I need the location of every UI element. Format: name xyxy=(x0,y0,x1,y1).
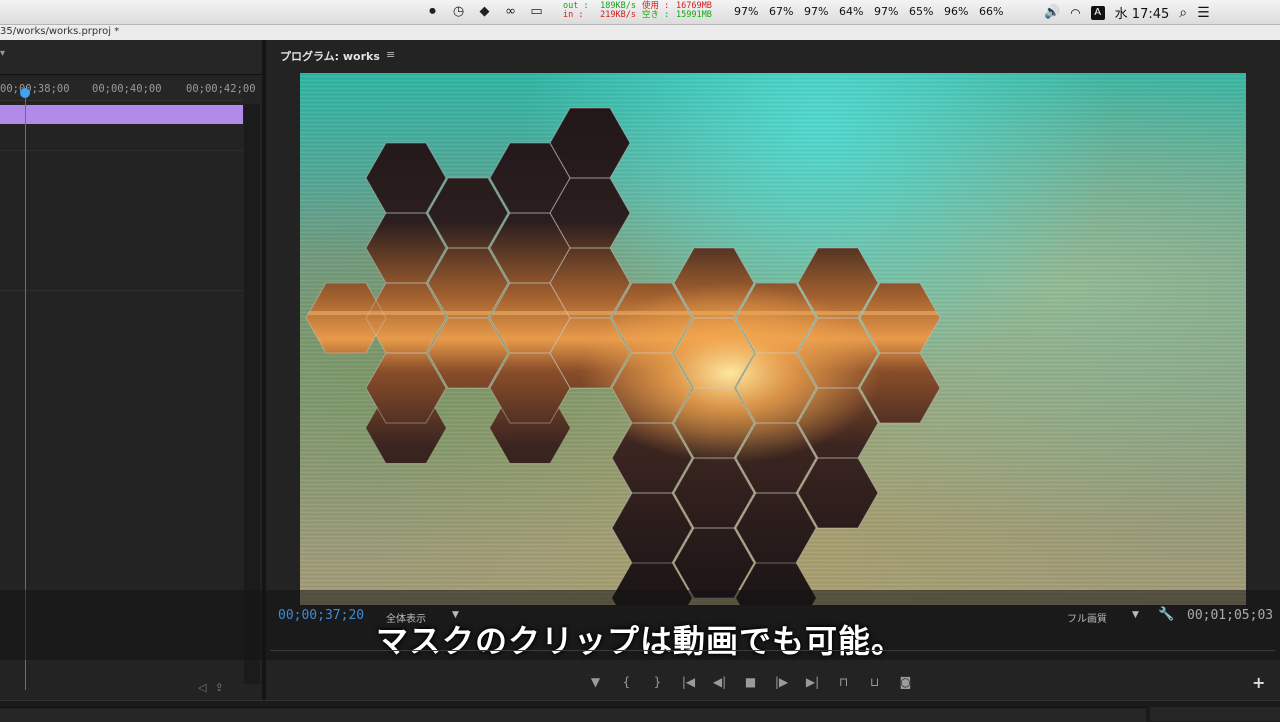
cpu-percent: 67% xyxy=(769,5,794,18)
net-values: 189KB/s 219KB/s xyxy=(594,2,636,20)
add-marker-icon[interactable]: ▼ xyxy=(580,673,611,691)
evernote-icon[interactable]: ◆ xyxy=(476,3,493,20)
menubar-clock[interactable]: 水 17:45 xyxy=(1115,3,1170,22)
menubar-right: 🔊 ◠ A 水 17:45 ⌕ ☰ xyxy=(1044,3,1210,23)
work-area-bar[interactable] xyxy=(0,105,243,124)
mem-free-label: 空き : xyxy=(642,10,670,20)
timeline-bottom-icons: ◁ ⇪ xyxy=(198,681,224,694)
mem-free-value: 15991MB xyxy=(676,10,712,20)
go-to-out-icon[interactable]: ▶| xyxy=(797,673,828,691)
ruler-tick-label: 00;00;38;00 xyxy=(0,83,70,95)
cpu-percent: 97% xyxy=(804,5,829,18)
volume-icon[interactable]: 🔊 xyxy=(1044,5,1060,20)
notification-center-icon[interactable]: ☰ xyxy=(1197,5,1210,21)
cpu-percent: 97% xyxy=(734,5,759,18)
bottom-panel-strip xyxy=(0,700,1280,722)
input-source-badge[interactable]: A xyxy=(1090,5,1105,20)
mark-out-icon[interactable]: } xyxy=(642,673,673,691)
hexagon-mask-overlay xyxy=(305,107,941,605)
net-in-value: 219KB/s xyxy=(600,10,636,20)
spotlight-search-icon[interactable]: ⌕ xyxy=(1179,5,1187,21)
cpu-percent: 66% xyxy=(979,5,1004,18)
timeline-header: ▾ xyxy=(0,40,262,75)
transport-controls: ▼ { } |◀ ◀| ■ |▶ ▶| ⊓ ⊔ ◙ xyxy=(580,673,921,691)
monitor-time-ruler[interactable] xyxy=(270,650,1275,665)
cpu-percent-list: 97% 67% 97% 64% 97% 65% 96% 66% xyxy=(734,5,1014,18)
video-viewer[interactable] xyxy=(300,73,1246,605)
project-path: 35/works/works.prproj * xyxy=(0,26,120,37)
ruler-tick-label: 00;00;40;00 xyxy=(92,83,162,95)
net-in-label: in : xyxy=(563,10,584,20)
record-icon[interactable]: ⏺ xyxy=(424,3,441,20)
timeline-header-dropdown-icon[interactable]: ▾ xyxy=(0,48,5,59)
program-monitor-title[interactable]: プログラム: works xyxy=(280,48,380,64)
cpu-percent: 64% xyxy=(839,5,864,18)
track-divider xyxy=(0,290,243,291)
export-frame-icon[interactable]: ◙ xyxy=(890,673,921,691)
go-to-in-icon[interactable]: |◀ xyxy=(673,673,704,691)
mem-values: 16769MB 15991MB xyxy=(676,2,712,20)
airplay-icon[interactable]: ▭ xyxy=(528,3,545,20)
step-back-icon[interactable]: ◀| xyxy=(704,673,735,691)
cpu-percent: 96% xyxy=(944,5,969,18)
clock-icon[interactable]: ◷ xyxy=(450,3,467,20)
export-icon[interactable]: ⇪ xyxy=(214,681,223,694)
button-editor-plus-icon[interactable]: + xyxy=(1252,673,1265,692)
lift-icon[interactable]: ⊓ xyxy=(828,673,859,691)
playhead-handle[interactable] xyxy=(20,88,30,98)
step-forward-icon[interactable]: |▶ xyxy=(766,673,797,691)
menu-bar: ⏺ ◷ ◆ ∞ ▭ out : in : 189KB/s 219KB/s 使用 … xyxy=(0,0,1280,25)
panel-menu-icon[interactable]: ≡ xyxy=(386,48,395,61)
extract-icon[interactable]: ⊔ xyxy=(859,673,890,691)
mem-labels: 使用 : 空き : xyxy=(642,2,669,20)
net-labels: out : in : xyxy=(563,2,589,20)
stop-icon[interactable]: ■ xyxy=(735,673,766,691)
bottom-panel-bar-right xyxy=(1150,707,1280,721)
window-title-bar: 35/works/works.prproj * xyxy=(0,25,1280,40)
zoom-out-icon[interactable]: ◁ xyxy=(198,681,206,694)
track-divider xyxy=(0,150,243,151)
creative-cloud-icon[interactable]: ∞ xyxy=(502,3,519,20)
ruler-tick-label: 00;00;42;00 xyxy=(186,83,256,95)
cpu-percent: 97% xyxy=(874,5,899,18)
wifi-icon[interactable]: ◠ xyxy=(1070,6,1080,20)
mark-in-icon[interactable]: { xyxy=(611,673,642,691)
cpu-percent: 65% xyxy=(909,5,934,18)
